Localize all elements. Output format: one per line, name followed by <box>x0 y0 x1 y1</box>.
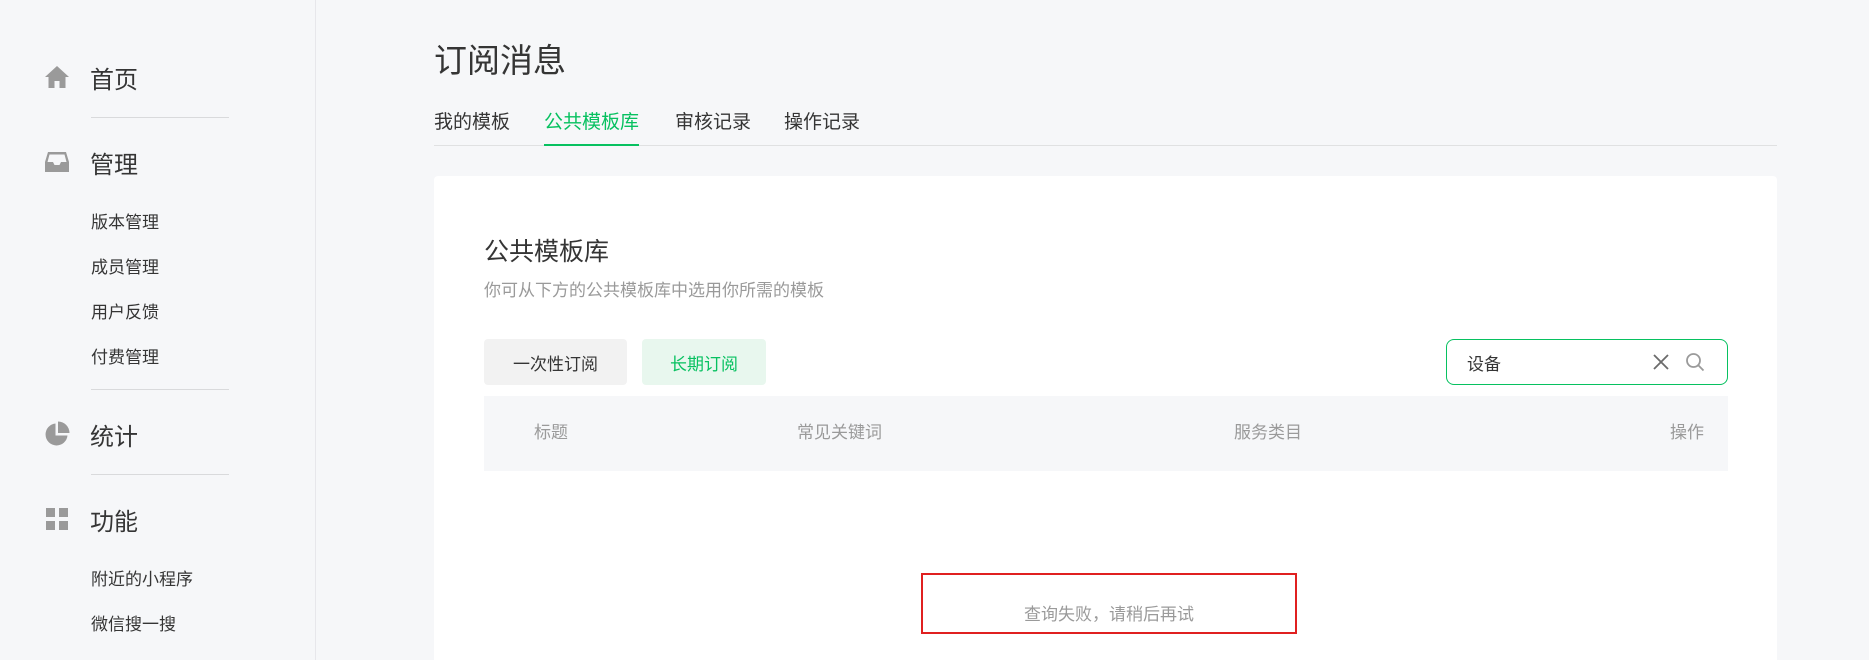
nav-nearby-miniprogram[interactable]: 附近的小程序 <box>91 568 193 592</box>
search-input[interactable] <box>1467 347 1647 377</box>
page-title: 订阅消息 <box>434 41 566 80</box>
nav-user-feedback[interactable]: 用户反馈 <box>91 301 159 325</box>
nav-payment-management[interactable]: 付费管理 <box>91 346 159 370</box>
nav-divider <box>91 389 229 390</box>
grid-icon <box>44 506 70 532</box>
nav-features[interactable]: 功能 <box>44 502 138 536</box>
nav-home-label: 首页 <box>90 65 138 94</box>
nav-home[interactable]: 首页 <box>44 60 138 94</box>
sidebar: 首页 管理 版本管理 成员管理 用户反馈 付费管理 统计 功能 附近的小程序 微… <box>0 0 316 660</box>
nav-member-management[interactable]: 成员管理 <box>91 256 159 280</box>
nav-version-management[interactable]: 版本管理 <box>91 211 159 235</box>
error-message-box: 查询失败，请稍后再试 <box>921 573 1297 634</box>
nav-stats-label: 统计 <box>90 422 138 451</box>
template-library-card: 公共模板库 你可从下方的公共模板库中选用你所需的模板 一次性订阅 长期订阅 标题… <box>434 176 1777 660</box>
nav-stats[interactable]: 统计 <box>44 417 138 451</box>
long-term-subscription-button[interactable]: 长期订阅 <box>642 339 766 385</box>
nav-manage[interactable]: 管理 <box>44 145 138 179</box>
tab-operation-records[interactable]: 操作记录 <box>784 110 860 146</box>
home-icon <box>44 64 70 90</box>
nav-manage-label: 管理 <box>90 150 138 179</box>
error-message: 查询失败，请稍后再试 <box>1024 605 1194 625</box>
nav-divider <box>91 474 229 475</box>
tab-public-library[interactable]: 公共模板库 <box>544 110 640 146</box>
card-title: 公共模板库 <box>484 237 610 266</box>
table-header: 标题 常见关键词 服务类目 操作 <box>484 396 1728 471</box>
close-icon[interactable] <box>1651 352 1671 372</box>
inbox-icon <box>44 149 70 175</box>
tab-my-templates[interactable]: 我的模板 <box>434 110 510 146</box>
pie-chart-icon <box>44 421 70 447</box>
tab-review-records[interactable]: 审核记录 <box>675 110 751 146</box>
column-header-action: 操作 <box>1670 423 1704 443</box>
nav-features-label: 功能 <box>90 507 138 536</box>
column-header-keywords: 常见关键词 <box>797 423 882 443</box>
nav-wechat-search[interactable]: 微信搜一搜 <box>91 613 176 637</box>
tab-bar: 我的模板 公共模板库 审核记录 操作记录 <box>434 104 1777 146</box>
nav-divider <box>91 117 229 118</box>
one-time-subscription-button[interactable]: 一次性订阅 <box>484 339 627 385</box>
card-description: 你可从下方的公共模板库中选用你所需的模板 <box>484 281 824 301</box>
search-icon[interactable] <box>1685 352 1705 372</box>
column-header-category: 服务类目 <box>1234 423 1302 443</box>
search-box <box>1446 339 1728 385</box>
column-header-title: 标题 <box>534 423 568 443</box>
